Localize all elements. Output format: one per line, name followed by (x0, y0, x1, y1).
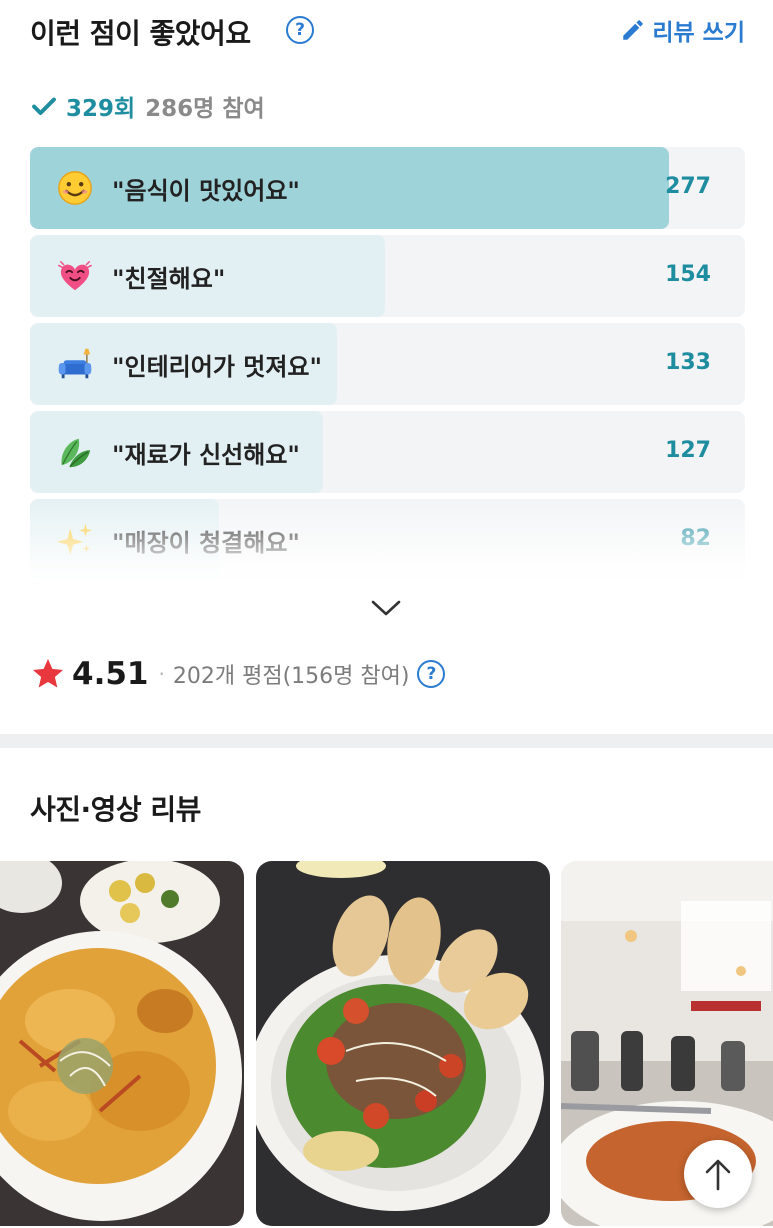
pencil-icon (623, 20, 644, 40)
chevron-down-icon[interactable] (366, 592, 406, 624)
keyword-count: 133 (665, 350, 711, 375)
arrow-up-icon (705, 1159, 731, 1191)
keyword-label: "매장이 청결해요" (112, 529, 300, 557)
keyword-item[interactable]: "인테리어가 멋져요" 133 (30, 323, 745, 405)
sparkles-icon (56, 523, 93, 556)
keyword-count: 82 (680, 526, 711, 551)
rating-summary: 4.51 · 202개 평점(156명 참여) ? (30, 652, 446, 696)
scroll-top-button[interactable] (684, 1140, 752, 1208)
section-header: 이런 점이 좋았어요 ? 리뷰 쓰기 (30, 10, 745, 50)
review-photo[interactable] (0, 861, 244, 1226)
keyword-count: 277 (665, 174, 711, 199)
salad-dish-image (256, 861, 550, 1226)
keyword-item[interactable]: "음식이 맛있어요" 277 (30, 147, 745, 229)
leaf-icon (61, 438, 91, 468)
separator-dot: · (158, 662, 165, 686)
keyword-item[interactable]: "재료가 신선해요" 127 (30, 411, 745, 493)
pasta-dish-image (0, 861, 244, 1226)
heart-face-icon (58, 260, 92, 291)
keyword-label: "재료가 신선해요" (112, 441, 300, 469)
vote-stats: 329회 286명 참여 (30, 88, 265, 124)
section-divider (0, 734, 773, 748)
keyword-label: "음식이 맛있어요" (112, 177, 300, 205)
keyword-count: 154 (665, 262, 711, 287)
question-mark-icon[interactable]: ? (417, 660, 446, 688)
photo-review-carousel[interactable] (0, 861, 773, 1228)
sofa-icon (58, 348, 92, 379)
review-write-label: 리뷰 쓰기 (652, 20, 745, 46)
photo-review-title: 사진·영상 리뷰 (30, 793, 201, 826)
review-photo[interactable] (256, 861, 550, 1226)
keyword-label: "친절해요" (112, 265, 226, 293)
keyword-item[interactable]: "친절해요" 154 (30, 235, 745, 317)
smiley-face-icon (58, 171, 92, 205)
keyword-item[interactable]: "매장이 청결해요" 82 (30, 499, 745, 581)
vote-count: 329회 (66, 96, 136, 122)
rating-value: 4.51 (72, 656, 149, 692)
section-title: 이런 점이 좋았어요 (30, 17, 251, 50)
star-icon (33, 659, 63, 688)
keyword-count: 127 (665, 438, 711, 463)
review-write-button[interactable]: 리뷰 쓰기 (620, 14, 745, 46)
participant-count: 286명 참여 (145, 96, 265, 122)
check-icon (32, 97, 56, 115)
keyword-label: "인테리어가 멋져요" (112, 353, 323, 381)
rating-detail: 202개 평점(156명 참여) (172, 664, 410, 689)
keyword-list: "음식이 맛있어요" 277 "친절해요" 154 "인테리어가 멋져요" 13… (30, 147, 745, 587)
question-mark-icon[interactable]: ? (286, 16, 314, 44)
